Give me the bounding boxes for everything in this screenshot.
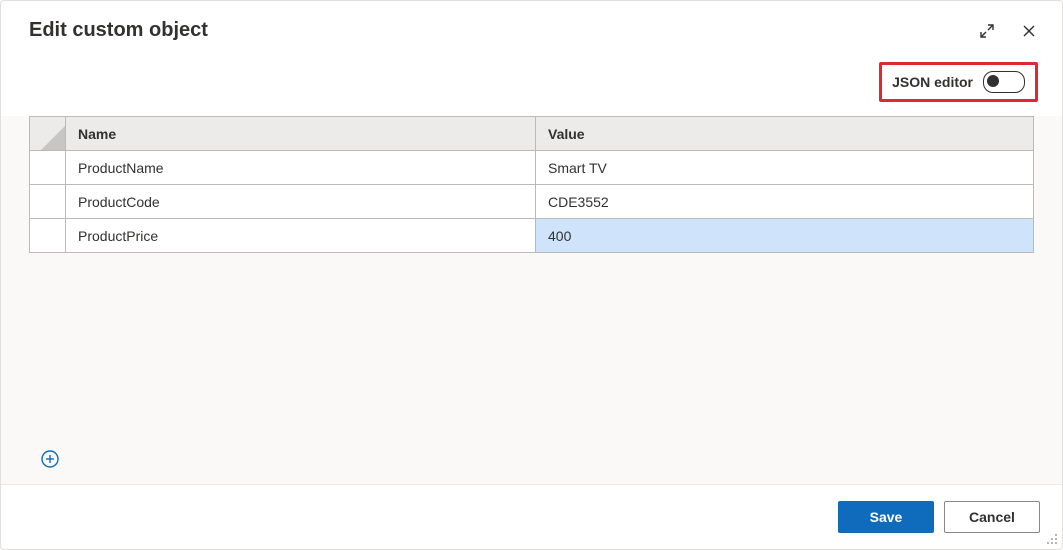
json-editor-toggle-row: JSON editor (1, 52, 1062, 116)
cell-value[interactable]: CDE3552 (536, 185, 1034, 219)
expand-icon[interactable] (978, 22, 996, 40)
row-gutter[interactable] (30, 151, 66, 185)
cell-name[interactable]: ProductCode (66, 185, 536, 219)
json-editor-label: JSON editor (892, 74, 973, 90)
dialog-body: Name Value ProductName Smart TV ProductC… (1, 116, 1062, 484)
properties-table: Name Value ProductName Smart TV ProductC… (29, 116, 1034, 253)
header-actions (978, 22, 1038, 40)
cell-name[interactable]: ProductName (66, 151, 536, 185)
json-editor-highlight: JSON editor (879, 62, 1038, 102)
close-icon[interactable] (1020, 22, 1038, 40)
table-body: ProductName Smart TV ProductCode CDE3552… (30, 151, 1034, 253)
cancel-button[interactable]: Cancel (944, 501, 1040, 533)
table-row: ProductPrice 400 (30, 219, 1034, 253)
edit-custom-object-dialog: Edit custom object JSON editor (0, 0, 1063, 550)
resize-grip-icon[interactable] (1044, 531, 1058, 545)
cell-value[interactable]: Smart TV (536, 151, 1034, 185)
select-all-corner[interactable] (30, 117, 66, 151)
table-row: ProductCode CDE3552 (30, 185, 1034, 219)
row-gutter[interactable] (30, 219, 66, 253)
save-button[interactable]: Save (838, 501, 934, 533)
dialog-footer: Save Cancel (1, 484, 1062, 549)
cell-name[interactable]: ProductPrice (66, 219, 536, 253)
column-header-name[interactable]: Name (66, 117, 536, 151)
add-row-button[interactable] (39, 448, 61, 470)
cell-value[interactable]: 400 (536, 219, 1034, 253)
toggle-knob (987, 75, 999, 87)
dialog-title: Edit custom object (29, 19, 978, 42)
column-header-value[interactable]: Value (536, 117, 1034, 151)
json-editor-toggle[interactable] (983, 71, 1025, 93)
table-header-row: Name Value (30, 117, 1034, 151)
table-row: ProductName Smart TV (30, 151, 1034, 185)
row-gutter[interactable] (30, 185, 66, 219)
dialog-header: Edit custom object (1, 1, 1062, 52)
